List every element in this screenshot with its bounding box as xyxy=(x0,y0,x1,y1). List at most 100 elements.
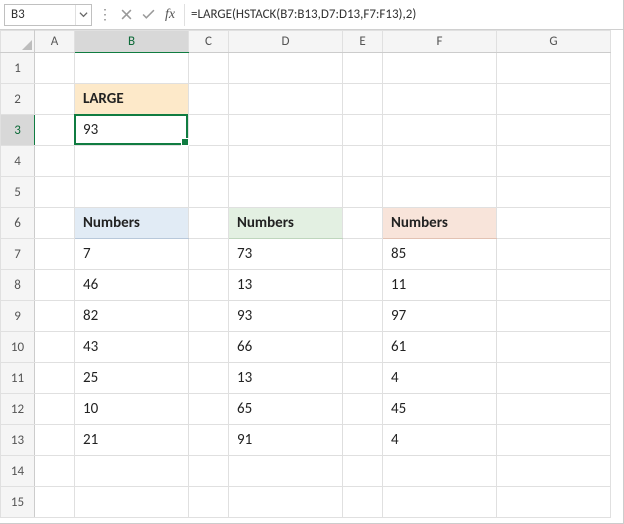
cell[interactable] xyxy=(35,425,75,456)
cell[interactable] xyxy=(229,177,343,208)
table1-cell[interactable]: 21 xyxy=(75,425,189,456)
cell[interactable] xyxy=(343,53,383,84)
col-header-g[interactable]: G xyxy=(497,31,611,53)
cell[interactable] xyxy=(189,456,229,487)
cancel-icon[interactable] xyxy=(116,5,136,25)
cell[interactable] xyxy=(35,301,75,332)
cell[interactable] xyxy=(343,270,383,301)
cell[interactable] xyxy=(75,456,189,487)
col-header-d[interactable]: D xyxy=(229,31,343,53)
title-cell[interactable]: LARGE xyxy=(75,84,189,115)
cell[interactable] xyxy=(35,363,75,394)
cell[interactable] xyxy=(35,53,75,84)
cell[interactable] xyxy=(189,208,229,239)
col-header-c[interactable]: C xyxy=(189,31,229,53)
col-header-f[interactable]: F xyxy=(383,31,497,53)
cell[interactable] xyxy=(497,332,611,363)
cell[interactable] xyxy=(343,239,383,270)
table3-header[interactable]: Numbers xyxy=(383,208,497,239)
cell[interactable] xyxy=(189,146,229,177)
cell[interactable] xyxy=(229,115,343,146)
cell[interactable] xyxy=(189,177,229,208)
cell[interactable] xyxy=(497,425,611,456)
name-box-dropdown[interactable] xyxy=(75,5,91,25)
spreadsheet-grid[interactable]: A B C D E F G 1 2 LARGE 3 93 4 xyxy=(0,30,623,518)
cell[interactable] xyxy=(229,146,343,177)
cell[interactable] xyxy=(497,394,611,425)
col-header-b[interactable]: B xyxy=(75,31,189,53)
cell[interactable] xyxy=(189,332,229,363)
table3-cell[interactable]: 4 xyxy=(383,425,497,456)
cell[interactable] xyxy=(343,425,383,456)
table2-cell[interactable]: 91 xyxy=(229,425,343,456)
cell[interactable] xyxy=(497,146,611,177)
cell[interactable] xyxy=(35,115,75,146)
cell[interactable] xyxy=(497,301,611,332)
cell[interactable] xyxy=(189,270,229,301)
cell[interactable] xyxy=(497,363,611,394)
cell[interactable] xyxy=(35,208,75,239)
cell[interactable] xyxy=(497,53,611,84)
cell[interactable] xyxy=(35,270,75,301)
cell[interactable] xyxy=(35,332,75,363)
cell[interactable] xyxy=(343,146,383,177)
cell[interactable] xyxy=(75,487,189,518)
col-header-e[interactable]: E xyxy=(343,31,383,53)
row-header[interactable]: 12 xyxy=(1,394,35,425)
cell[interactable] xyxy=(497,487,611,518)
cell[interactable] xyxy=(189,301,229,332)
table1-cell[interactable]: 7 xyxy=(75,239,189,270)
cell[interactable] xyxy=(497,456,611,487)
cell[interactable] xyxy=(343,208,383,239)
cell[interactable] xyxy=(189,425,229,456)
cell[interactable] xyxy=(35,146,75,177)
table2-cell[interactable]: 66 xyxy=(229,332,343,363)
cell[interactable] xyxy=(189,84,229,115)
select-all-corner[interactable] xyxy=(1,31,35,53)
cell[interactable] xyxy=(189,53,229,84)
cell[interactable] xyxy=(229,487,343,518)
cell[interactable] xyxy=(35,84,75,115)
cell[interactable] xyxy=(35,239,75,270)
cell[interactable] xyxy=(383,487,497,518)
cell[interactable] xyxy=(497,239,611,270)
cell[interactable] xyxy=(343,363,383,394)
cell[interactable] xyxy=(229,456,343,487)
cell[interactable] xyxy=(75,177,189,208)
cell[interactable] xyxy=(497,208,611,239)
cell[interactable] xyxy=(343,301,383,332)
fx-icon[interactable]: fx xyxy=(160,5,180,25)
cell[interactable] xyxy=(343,115,383,146)
result-cell[interactable]: 93 xyxy=(75,115,189,146)
cell[interactable] xyxy=(343,456,383,487)
cell[interactable] xyxy=(497,177,611,208)
cell[interactable] xyxy=(75,146,189,177)
cell[interactable] xyxy=(383,115,497,146)
cell[interactable] xyxy=(383,53,497,84)
table2-cell[interactable]: 65 xyxy=(229,394,343,425)
table1-cell[interactable]: 43 xyxy=(75,332,189,363)
cell[interactable] xyxy=(189,487,229,518)
row-header[interactable]: 6 xyxy=(1,208,35,239)
cell[interactable] xyxy=(343,177,383,208)
row-header[interactable]: 8 xyxy=(1,270,35,301)
table1-header[interactable]: Numbers xyxy=(75,208,189,239)
table2-cell[interactable]: 93 xyxy=(229,301,343,332)
cell[interactable] xyxy=(35,456,75,487)
row-header[interactable]: 14 xyxy=(1,456,35,487)
row-header[interactable]: 1 xyxy=(1,53,35,84)
cell[interactable] xyxy=(383,456,497,487)
cell[interactable] xyxy=(189,363,229,394)
row-header[interactable]: 11 xyxy=(1,363,35,394)
cell[interactable] xyxy=(229,84,343,115)
row-header[interactable]: 4 xyxy=(1,146,35,177)
table2-header[interactable]: Numbers xyxy=(229,208,343,239)
cell[interactable] xyxy=(383,177,497,208)
table3-cell[interactable]: 97 xyxy=(383,301,497,332)
row-header[interactable]: 9 xyxy=(1,301,35,332)
col-header-a[interactable]: A xyxy=(35,31,75,53)
cell[interactable] xyxy=(497,84,611,115)
table2-cell[interactable]: 13 xyxy=(229,363,343,394)
cell[interactable] xyxy=(189,239,229,270)
table3-cell[interactable]: 45 xyxy=(383,394,497,425)
